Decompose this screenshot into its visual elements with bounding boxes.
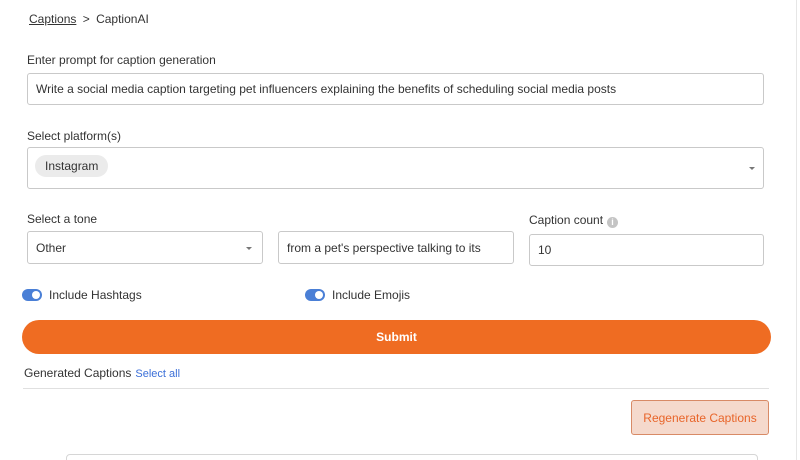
caption-result-card (66, 454, 758, 460)
include-emojis-toggle[interactable] (305, 289, 325, 301)
caption-count-label-text: Caption count (529, 213, 604, 227)
caption-count-label: Caption count i (529, 213, 619, 228)
toggle-knob (32, 291, 40, 299)
divider (23, 388, 769, 389)
breadcrumb-current: CaptionAI (96, 12, 149, 26)
custom-tone-input[interactable]: from a pet's perspective talking to its (278, 231, 514, 264)
platform-chip-instagram[interactable]: Instagram (35, 155, 109, 177)
breadcrumb-captions-link[interactable]: Captions (29, 12, 76, 26)
tone-label: Select a tone (27, 212, 98, 226)
include-hashtags-toggle[interactable] (22, 289, 42, 301)
tone-select-value: Other (36, 240, 67, 255)
include-emojis-label: Include Emojis (332, 288, 411, 302)
scrollbar-track[interactable] (796, 0, 797, 460)
prompt-input-value: Write a social media caption targeting p… (36, 82, 617, 96)
toggle-knob (315, 291, 323, 299)
submit-button[interactable]: Submit (22, 320, 771, 354)
tone-select[interactable]: Other (27, 231, 263, 264)
platform-label: Select platform(s) (27, 129, 122, 143)
generated-captions-header: Generated Captions Select all (24, 366, 180, 380)
prompt-input[interactable]: Write a social media caption targeting p… (27, 73, 764, 105)
info-icon[interactable]: i (607, 217, 619, 228)
regenerate-captions-button[interactable]: Regenerate Captions (631, 400, 769, 435)
select-all-link[interactable]: Select all (135, 368, 180, 380)
include-hashtags-label: Include Hashtags (49, 288, 142, 302)
caption-ai-page: Captions > CaptionAI Enter prompt for ca… (0, 0, 800, 460)
generated-captions-title: Generated Captions (24, 366, 132, 380)
include-emojis-row: Include Emojis (305, 288, 410, 302)
include-hashtags-row: Include Hashtags (22, 288, 142, 302)
caption-count-value: 10 (538, 243, 552, 257)
custom-tone-value: from a pet's perspective talking to its (287, 240, 481, 255)
chevron-down-icon (246, 247, 252, 250)
platform-select[interactable]: Instagram (27, 147, 764, 189)
breadcrumb: Captions > CaptionAI (29, 12, 149, 26)
breadcrumb-separator: > (82, 12, 90, 26)
chevron-down-icon (749, 167, 755, 170)
prompt-label: Enter prompt for caption generation (27, 53, 216, 67)
caption-count-input[interactable]: 10 (529, 234, 764, 266)
